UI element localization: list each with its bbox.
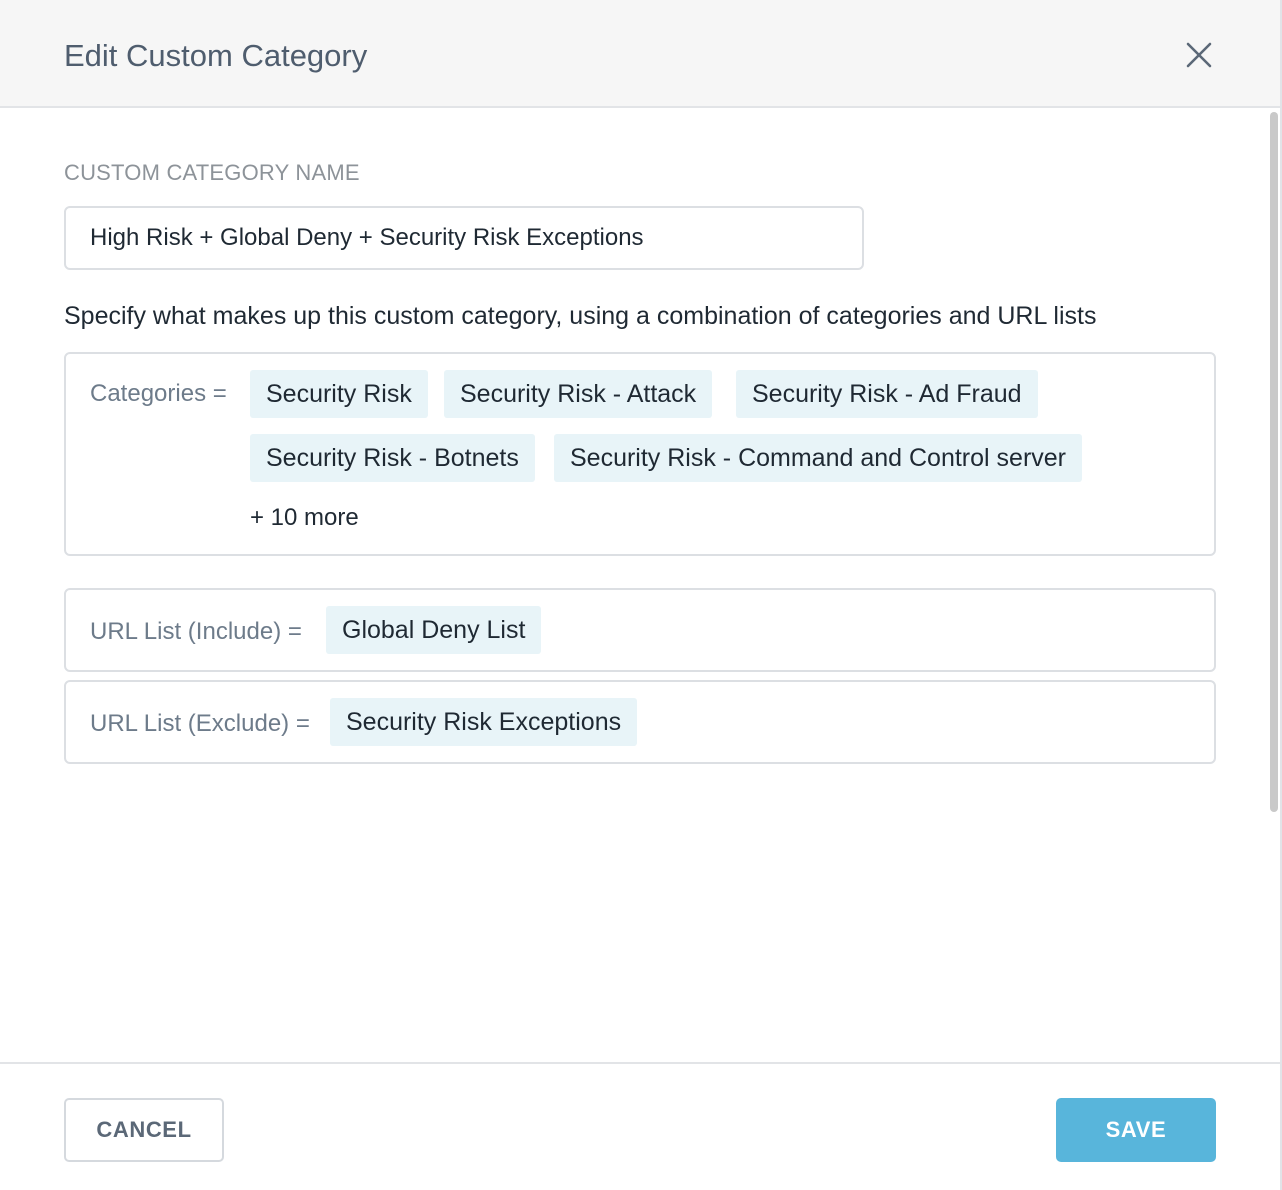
category-chip[interactable]: Security Risk - Ad Fraud <box>736 370 1038 418</box>
category-chip[interactable]: Security Risk - Botnets <box>250 434 535 482</box>
category-chip[interactable]: Security Risk - Command and Control serv… <box>554 434 1082 482</box>
cancel-button[interactable]: CANCEL <box>64 1098 224 1162</box>
save-button[interactable]: SAVE <box>1056 1098 1216 1162</box>
category-name-label: CUSTOM CATEGORY NAME <box>64 160 360 185</box>
url-exclude-chip[interactable]: Security Risk Exceptions <box>330 698 638 746</box>
categories-label: Categories = <box>90 380 227 407</box>
category-name-input[interactable] <box>64 206 864 270</box>
close-icon[interactable] <box>1180 36 1218 74</box>
dialog-title: Edit Custom Category <box>64 38 368 73</box>
edit-custom-category-dialog: Edit Custom Category CUSTOM CATEGORY NAM… <box>0 0 1282 1190</box>
more-categories-link[interactable]: + 10 more <box>250 504 359 532</box>
composition-description: Specify what makes up this custom catego… <box>64 302 1097 330</box>
url-exclude-label: URL List (Exclude) = <box>90 710 310 737</box>
url-include-box[interactable]: URL List (Include) = Global Deny List <box>64 588 1216 672</box>
dialog-scrollbar[interactable] <box>1270 112 1278 812</box>
dialog-footer: CANCEL SAVE <box>0 1062 1280 1190</box>
category-chip[interactable]: Security Risk <box>250 370 428 418</box>
dialog-header: Edit Custom Category <box>0 0 1280 108</box>
close-icon-glyph <box>1186 42 1212 68</box>
url-exclude-box[interactable]: URL List (Exclude) = Security Risk Excep… <box>64 680 1216 764</box>
url-include-chip[interactable]: Global Deny List <box>326 606 542 654</box>
url-include-label: URL List (Include) = <box>90 618 302 645</box>
categories-box[interactable]: Categories = Security Risk Security Risk… <box>64 352 1216 556</box>
category-chip[interactable]: Security Risk - Attack <box>444 370 713 418</box>
